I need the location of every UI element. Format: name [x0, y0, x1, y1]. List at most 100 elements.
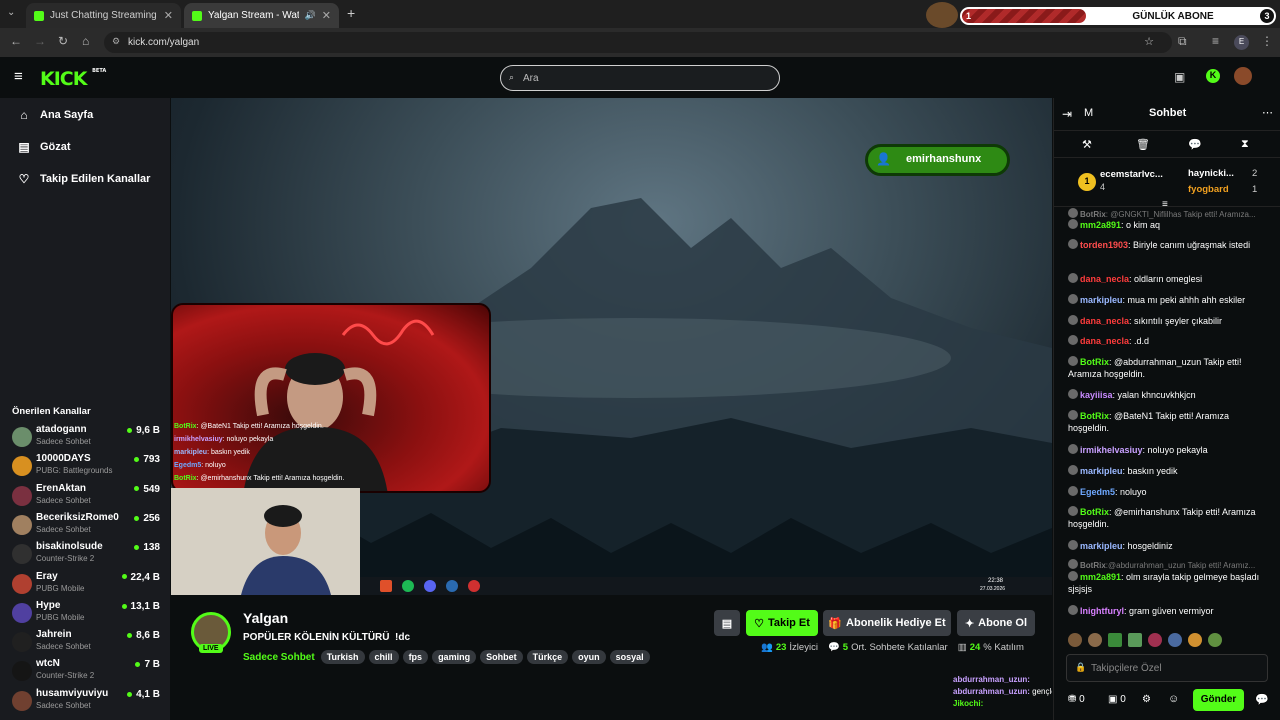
recommended-channel[interactable]: husamviyuviyu Sadece Sohbet 4,1 B: [10, 688, 165, 716]
chat-bubble-icon[interactable]: 💬: [1188, 138, 1202, 151]
recommended-channel[interactable]: Eray PUBG Mobile 22,4 B: [10, 571, 165, 599]
chat-username[interactable]: markipleu: [1080, 541, 1123, 551]
reload-icon[interactable]: ↻: [58, 34, 68, 48]
tag-chip[interactable]: gaming: [432, 650, 477, 664]
chat-emoji-icon[interactable]: 💬: [1255, 693, 1269, 706]
tab-search-icon[interactable]: ⌄: [7, 7, 15, 18]
emote-icon[interactable]: [1188, 633, 1202, 647]
kick-points-icon[interactable]: K: [1206, 69, 1220, 83]
wallet-icon[interactable]: ▣: [1174, 70, 1185, 84]
tag-chip[interactable]: Turkish: [320, 650, 365, 664]
tag-chip[interactable]: Sohbet: [480, 650, 523, 664]
site-info-icon[interactable]: ⚙: [112, 36, 120, 47]
profile-avatar[interactable]: E: [1234, 35, 1249, 50]
back-icon[interactable]: ←: [10, 34, 22, 48]
taskbar-discord-icon: [424, 580, 436, 592]
tag-chip[interactable]: oyun: [572, 650, 606, 664]
chat-username[interactable]: markipleu: [1080, 466, 1123, 476]
recommended-channel[interactable]: wtcN Counter-Strike 2 7 B: [10, 658, 165, 686]
user-avatar[interactable]: [1234, 67, 1252, 85]
channel-avatar: [12, 690, 32, 711]
collapse-chat-icon[interactable]: ⇥: [1062, 107, 1072, 121]
chat-username[interactable]: BotRix: [1080, 507, 1109, 517]
points-b-value: 0: [1120, 694, 1126, 705]
gift-sub-button[interactable]: 🎁 Abonelik Hediye Et: [823, 610, 951, 636]
chat-username[interactable]: BotRix: [1080, 561, 1106, 570]
stream-category[interactable]: Sadece Sohbet: [243, 652, 315, 663]
url-bar[interactable]: ⚙ kick.com/yalgan ☆: [104, 32, 1172, 53]
sub-goal-count: 3: [1260, 9, 1274, 23]
emote-picker-icon[interactable]: ☺: [1168, 693, 1179, 705]
tab-yalgan-stream[interactable]: Yalgan Stream - Watch Live 🔊 ✕: [184, 3, 339, 28]
sidebar-item-following[interactable]: ♡ Takip Edilen Kanallar: [16, 172, 151, 186]
chat-username[interactable]: mm2a891: [1080, 220, 1121, 230]
tab-just-chatting[interactable]: Just Chatting Streaming - Live S ✕: [26, 3, 181, 28]
close-tab-icon[interactable]: ✕: [322, 9, 331, 22]
video-player[interactable]: 👤 emirhanshunx BotRix: @BateN1 Takip ett…: [171, 98, 1052, 595]
settings-gear-icon[interactable]: ⚙: [1142, 694, 1151, 705]
emote-icon[interactable]: [1068, 633, 1082, 647]
chat-message: BotRix: @abdurrahman_uzun Takip etti! Ar…: [1068, 356, 1268, 380]
hammer-icon[interactable]: ⚒: [1082, 138, 1092, 151]
chat-mode-letter[interactable]: M: [1084, 107, 1093, 119]
kick-logo[interactable]: KICK BETA: [40, 68, 106, 90]
recommended-channel[interactable]: BeceriksizRome0 Sadece Sohbet 256: [10, 512, 165, 540]
chat-menu-icon[interactable]: ⋯: [1262, 106, 1273, 119]
tag-chip[interactable]: Türkçe: [526, 650, 569, 664]
chat-username[interactable]: lnightfuryl: [1080, 606, 1124, 616]
user-badge-icon: [1068, 465, 1078, 475]
chat-username[interactable]: BotRix: [1080, 411, 1109, 421]
emote-icon[interactable]: [1108, 633, 1122, 647]
follow-button[interactable]: ♡ Takip Et: [746, 610, 818, 636]
chat-username[interactable]: dana_necla: [1080, 274, 1129, 284]
home-browser-icon[interactable]: ⌂: [82, 34, 89, 48]
sidebar-item-browse[interactable]: ▤ Gözat: [16, 140, 70, 154]
search-input[interactable]: ⌕ Ara: [500, 65, 780, 91]
tag-chip[interactable]: sosyal: [609, 650, 650, 664]
chat-username[interactable]: BotRix: [1080, 357, 1109, 367]
hourglass-icon[interactable]: ⧗: [1241, 138, 1249, 151]
chat-username[interactable]: irmikhelvasiuy: [1080, 445, 1143, 455]
streamer-name[interactable]: Yalgan: [243, 610, 288, 626]
chat-input[interactable]: 🔒 Takipçilere Özel: [1066, 654, 1268, 682]
browser-menu-icon[interactable]: ⋮: [1261, 34, 1273, 48]
chat-username[interactable]: torden1903: [1080, 240, 1128, 250]
user-badge-icon: [1068, 356, 1078, 366]
chat-username[interactable]: mm2a891: [1080, 572, 1121, 582]
chat-username[interactable]: markipleu: [1080, 295, 1123, 305]
tab-search-list-icon[interactable]: ≡: [1212, 34, 1219, 48]
chat-username[interactable]: BotRix: [1080, 210, 1106, 219]
recommended-channel[interactable]: Hype PUBG Mobile 13,1 B: [10, 600, 165, 628]
emote-icon[interactable]: [1168, 633, 1182, 647]
recommended-channel[interactable]: ErenAktan Sadece Sohbet 549: [10, 483, 165, 511]
emote-icon[interactable]: [1148, 633, 1162, 647]
tag-chip[interactable]: chill: [368, 650, 399, 664]
emote-icon[interactable]: [1128, 633, 1142, 647]
bookmark-star-icon[interactable]: ☆: [1144, 35, 1154, 48]
forward-icon[interactable]: →: [34, 34, 46, 48]
extensions-icon[interactable]: ⧉: [1178, 34, 1187, 49]
tag-chip[interactable]: fps: [402, 650, 429, 664]
new-tab-button[interactable]: +: [347, 5, 355, 21]
emote-icon[interactable]: [1088, 633, 1102, 647]
user-badge-icon: [1068, 389, 1078, 399]
send-button[interactable]: Gönder: [1193, 689, 1244, 711]
recommended-channel[interactable]: 10000DAYS PUBG: Battlegrounds 793: [10, 453, 165, 481]
hamburger-menu-icon[interactable]: ≡: [14, 68, 23, 85]
trash-icon[interactable]: 🗑: [1136, 138, 1150, 151]
recommended-channel[interactable]: atadogann Sadece Sohbet 9,6 B: [10, 424, 165, 452]
channel-avatar: [12, 514, 32, 535]
chat-username[interactable]: kayiiisa: [1080, 390, 1113, 400]
audio-icon[interactable]: 🔊: [305, 10, 316, 21]
emote-icon[interactable]: [1208, 633, 1222, 647]
close-tab-icon[interactable]: ✕: [164, 9, 173, 22]
recommended-channel[interactable]: bisakinolsude Counter-Strike 2 138: [10, 541, 165, 569]
subscribe-button[interactable]: ✦ Abone Ol: [957, 610, 1035, 636]
follow-alert-user: emirhanshunx: [906, 153, 982, 165]
recommended-channel[interactable]: Jahrein Sadece Sohbet 8,6 B: [10, 629, 165, 657]
chat-username[interactable]: Egedm5: [1080, 487, 1115, 497]
theatre-mode-button[interactable]: ▤: [714, 610, 740, 636]
chat-username[interactable]: dana_necla: [1080, 336, 1129, 346]
sidebar-item-home[interactable]: ⌂ Ana Sayfa: [16, 108, 93, 122]
chat-username[interactable]: dana_necla: [1080, 316, 1129, 326]
